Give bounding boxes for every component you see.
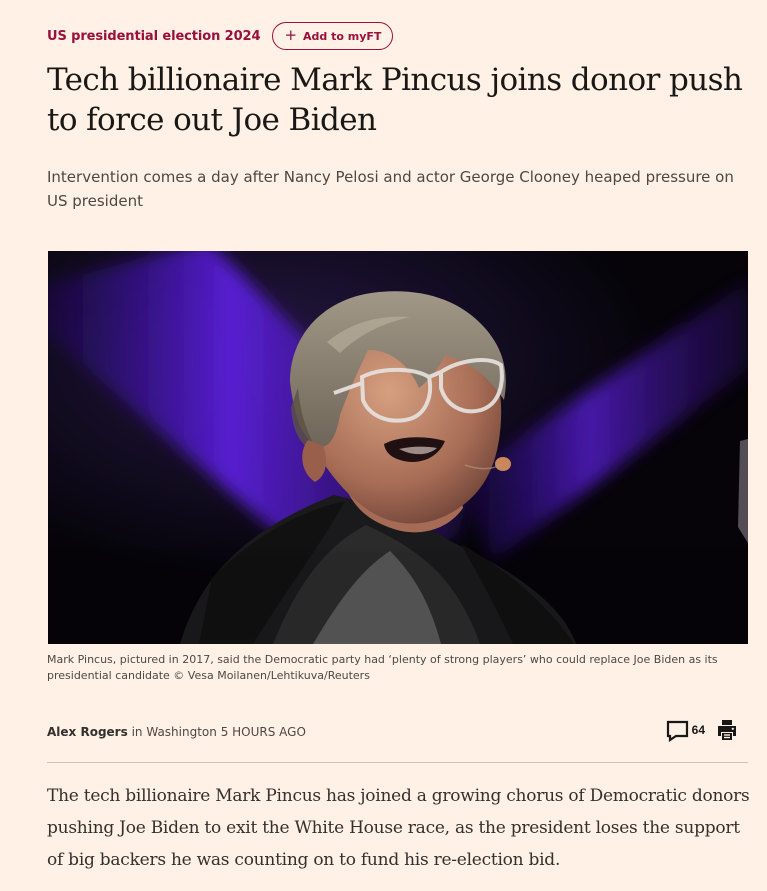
add-to-myft-label: Add to myFT: [303, 29, 382, 43]
topic-row: US presidential election 2024 + Add to m…: [47, 22, 394, 50]
timestamp: 5 HOURS AGO: [220, 725, 306, 739]
print-button[interactable]: [715, 718, 739, 742]
article-divider: [47, 762, 748, 763]
plus-icon: +: [284, 26, 298, 44]
mark-pincus-photo: [48, 251, 748, 644]
speech-bubble-icon: [666, 720, 688, 742]
article-standfirst: Intervention comes a day after Nancy Pel…: [47, 168, 734, 210]
article-headline: Tech billionaire Mark Pincus joins donor…: [47, 62, 743, 138]
byline: Alex Rogers in Washington 5 HOURS AGO: [47, 725, 306, 739]
byline-row: Alex Rogers in Washington 5 HOURS AGO 64: [47, 718, 747, 748]
topic-link[interactable]: US presidential election 2024: [47, 29, 261, 44]
article-tools: 64: [665, 718, 739, 742]
article-first-paragraph: The tech billionaire Mark Pincus has joi…: [47, 786, 750, 870]
add-to-myft-button[interactable]: + Add to myFT: [272, 22, 394, 50]
location-prefix: in: [131, 725, 143, 739]
comments-button[interactable]: 64: [665, 718, 705, 742]
image-caption: Mark Pincus, pictured in 2017, said the …: [47, 653, 718, 682]
article-hero-image: [48, 251, 748, 644]
author-link[interactable]: Alex Rogers: [47, 725, 128, 739]
printer-icon: [718, 720, 736, 740]
comment-count: 64: [691, 723, 705, 737]
location: Washington: [146, 725, 217, 739]
